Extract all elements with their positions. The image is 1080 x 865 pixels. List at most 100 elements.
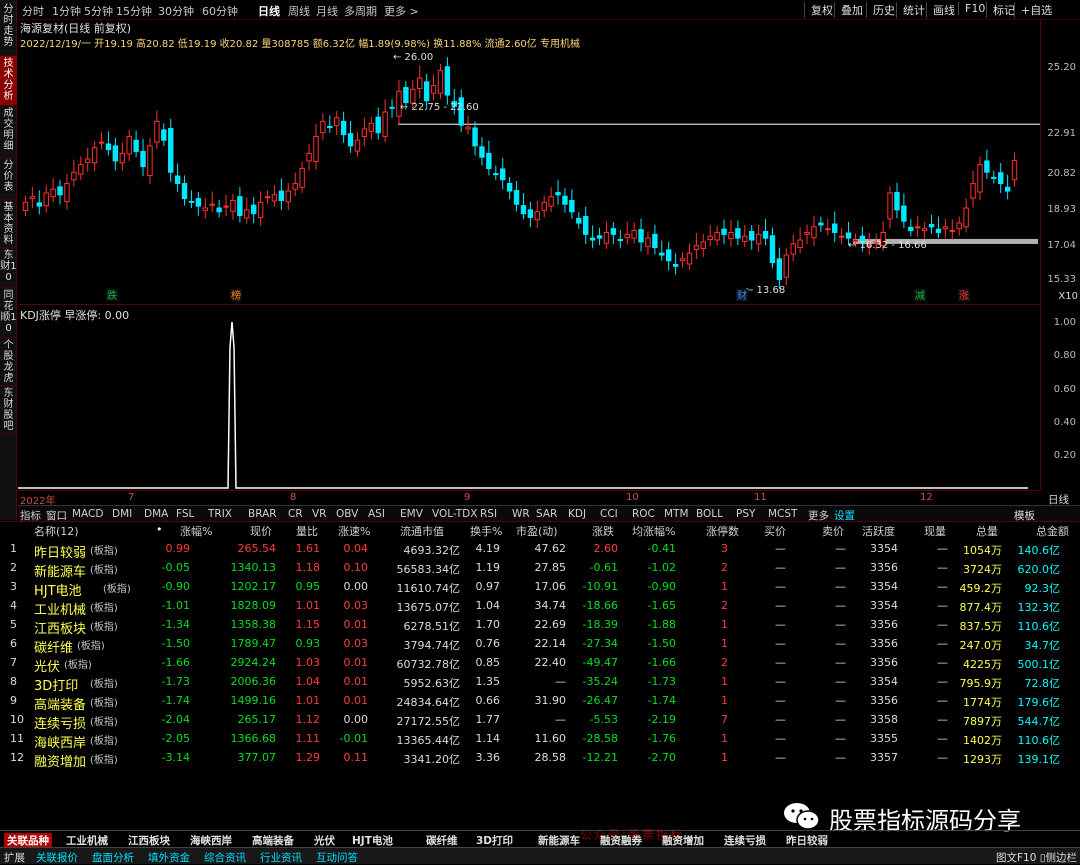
- column-header[interactable]: 涨速%: [338, 523, 370, 539]
- column-header[interactable]: 总金额: [1036, 523, 1069, 539]
- column-header[interactable]: 涨停数: [706, 523, 739, 539]
- period-tab[interactable]: 5分钟: [84, 3, 113, 19]
- indicator-button[interactable]: CR: [288, 508, 303, 520]
- status-item[interactable]: 综合资讯: [204, 850, 246, 865]
- indicator-button[interactable]: RSI: [480, 508, 497, 520]
- block-tab[interactable]: 新能源车: [538, 833, 580, 848]
- block-tab[interactable]: 融资融券: [600, 833, 642, 848]
- block-tab[interactable]: 高端装备: [252, 833, 294, 848]
- block-tab[interactable]: 江西板块: [128, 833, 170, 848]
- indicator-button[interactable]: BRAR: [248, 508, 277, 520]
- event-marker[interactable]: 跌: [107, 289, 117, 302]
- indicator-button[interactable]: TRIX: [208, 508, 232, 520]
- indicator-button[interactable]: MTM: [664, 508, 689, 520]
- block-tab[interactable]: HJT电池: [352, 833, 393, 848]
- side-tab[interactable]: 基本资料: [0, 200, 17, 248]
- side-tab[interactable]: 分价表: [0, 158, 17, 200]
- event-marker[interactable]: 减: [915, 290, 925, 302]
- side-tab[interactable]: 技术分析: [0, 56, 17, 106]
- status-item[interactable]: 行业资讯: [260, 850, 302, 865]
- column-header[interactable]: 买价: [764, 523, 786, 539]
- tool-button[interactable]: 叠加: [834, 2, 869, 18]
- table-row[interactable]: 6 碳纤维 (板指) -1.50 1789.47 0.93 0.03 3794.74亿 0.76…: [0, 635, 1080, 656]
- indicator-button[interactable]: ROC: [632, 508, 655, 520]
- block-tab[interactable]: 海峡西岸: [190, 833, 232, 848]
- table-row[interactable]: 3 HJT电池 (板指) -0.90 1202.17 0.95 0.00 11610.74亿 0…: [0, 578, 1080, 599]
- period-tab[interactable]: 日线: [258, 3, 280, 19]
- column-header[interactable]: 活跃度: [862, 523, 895, 539]
- block-tab[interactable]: 连续亏损: [724, 833, 766, 848]
- column-header[interactable]: 换手%: [470, 523, 502, 539]
- column-header[interactable]: 流通市值: [400, 523, 444, 539]
- indicator-button[interactable]: CCI: [600, 508, 618, 520]
- block-tab[interactable]: 关联品种: [4, 833, 52, 848]
- block-tab[interactable]: 光伏: [314, 833, 335, 848]
- indicator-button[interactable]: EMV: [400, 508, 423, 520]
- indicator-button[interactable]: BOLL: [696, 508, 723, 520]
- table-row[interactable]: 4 工业机械 (板指) -1.01 1828.09 1.01 0.03 13675.07亿 1.…: [0, 597, 1080, 618]
- status-item[interactable]: 填外资金: [148, 850, 190, 865]
- indicator-button[interactable]: PSY: [736, 508, 755, 520]
- block-tab[interactable]: 昨日较弱: [786, 833, 828, 848]
- side-tab[interactable]: 东财股吧: [0, 386, 17, 434]
- event-marker[interactable]: 涨: [959, 290, 969, 302]
- table-row[interactable]: 12 融资增加 (板指) -3.14 377.07 1.29 0.11 3341.20亿 3.3…: [0, 749, 1080, 770]
- column-header[interactable]: 均涨幅%: [632, 523, 675, 539]
- column-header[interactable]: 量比: [296, 523, 318, 539]
- side-tab[interactable]: 成交明细: [0, 106, 17, 158]
- side-tab[interactable]: 个股龙虎: [0, 338, 17, 386]
- period-tab[interactable]: 30分钟: [158, 3, 194, 19]
- column-header[interactable]: 现价: [250, 523, 272, 539]
- block-tab[interactable]: 3D打印: [476, 833, 513, 848]
- period-tab[interactable]: 1分钟: [52, 3, 81, 19]
- indicator-button[interactable]: DMI: [112, 508, 132, 520]
- status-item[interactable]: 扩展: [4, 850, 25, 865]
- table-row[interactable]: 8 3D打印 (板指) -1.73 2006.36 1.04 0.01 5952.63亿 1.3…: [0, 673, 1080, 694]
- column-header[interactable]: 卖价: [822, 523, 844, 539]
- event-marker[interactable]: 榜: [231, 289, 241, 302]
- indicator-button[interactable]: MCST: [768, 508, 797, 520]
- period-tab[interactable]: 分时: [22, 3, 44, 19]
- tool-button[interactable]: 画线: [926, 2, 961, 18]
- column-header[interactable]: 名称(12): [34, 523, 79, 539]
- block-tab[interactable]: 碳纤维: [426, 833, 458, 848]
- status-item[interactable]: 盘面分析: [92, 850, 134, 865]
- period-tab[interactable]: 月线: [316, 3, 338, 19]
- sidebar-toggle[interactable]: 图文F10 ▯侧边栏: [996, 850, 1077, 865]
- candlestick-chart[interactable]: ← 26.00 ← 22.75 - 22.60 ← 16.32 - 16.66 ← 1…: [18, 48, 1040, 304]
- indicator-button[interactable]: KDJ: [568, 508, 586, 520]
- column-header[interactable]: 涨跌: [592, 523, 614, 539]
- table-row[interactable]: 11 海峡西岸 (板指) -2.05 1366.68 1.11 -0.01 13365.44亿…: [0, 730, 1080, 751]
- table-row[interactable]: 10 连续亏损 (板指) -2.04 265.17 1.12 0.00 27172.55亿 1.…: [0, 711, 1080, 732]
- period-tab[interactable]: 多周期: [344, 3, 377, 19]
- column-header[interactable]: 总量: [976, 523, 998, 539]
- indicator-button[interactable]: FSL: [176, 508, 194, 520]
- indicator-button[interactable]: DMA: [144, 508, 168, 520]
- indicator-button[interactable]: VR: [312, 508, 326, 520]
- indicator-button[interactable]: ASI: [368, 508, 385, 520]
- side-tab[interactable]: 同花顺10: [0, 288, 17, 338]
- table-row[interactable]: 1 昨日较弱 (板指) 0.99 265.54 1.61 0.04 4693.32亿 4.19 4…: [0, 540, 1080, 561]
- tool-button[interactable]: +自选: [1014, 2, 1058, 18]
- period-tab[interactable]: 15分钟: [116, 3, 152, 19]
- column-header[interactable]: 现量: [924, 523, 946, 539]
- indicator-button[interactable]: OBV: [336, 508, 358, 520]
- status-item[interactable]: 互动问答: [316, 850, 358, 865]
- period-tab[interactable]: 周线: [288, 3, 310, 19]
- table-row[interactable]: 5 江西板块 (板指) -1.34 1358.38 1.15 0.01 6278.51亿 1.7…: [0, 616, 1080, 637]
- kdj-chart[interactable]: [18, 318, 1040, 490]
- side-tab[interactable]: 东财10: [0, 248, 17, 288]
- indicator-button[interactable]: VOL-TDX: [432, 508, 477, 520]
- event-marker[interactable]: 财: [737, 289, 747, 302]
- period-tab[interactable]: 60分钟: [202, 3, 238, 19]
- column-header[interactable]: 市盈(动): [516, 523, 558, 539]
- table-row[interactable]: 9 高端装备 (板指) -1.74 1499.16 1.01 0.01 24834.64亿 0.…: [0, 692, 1080, 713]
- period-tab[interactable]: 更多 >: [384, 3, 419, 19]
- block-tab[interactable]: 工业机械: [66, 833, 108, 848]
- indicator-button[interactable]: MACD: [72, 508, 103, 520]
- indicator-button[interactable]: WR: [512, 508, 530, 520]
- indicator-button[interactable]: SAR: [536, 508, 557, 520]
- status-item[interactable]: 关联报价: [36, 850, 78, 865]
- side-tab[interactable]: 分时走势: [0, 2, 17, 56]
- table-row[interactable]: 7 光伏 (板指) -1.66 2924.24 1.03 0.01 60732.78亿 0.85…: [0, 654, 1080, 675]
